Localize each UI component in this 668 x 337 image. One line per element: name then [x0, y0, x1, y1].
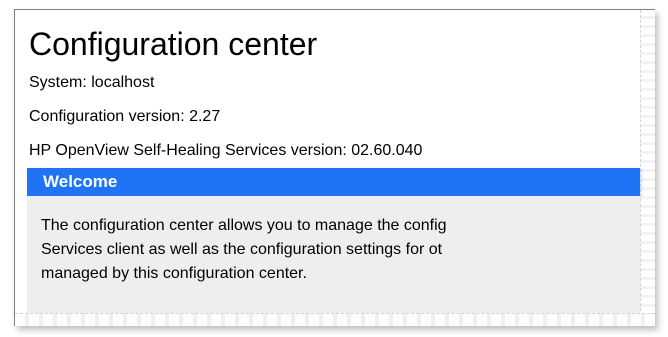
welcome-description: The configuration center allows you to m… [41, 214, 655, 286]
welcome-text-line: Services client as well as the configura… [41, 241, 443, 258]
welcome-text-line: The configuration center allows you to m… [41, 217, 447, 234]
welcome-section-title: Welcome [43, 172, 118, 191]
welcome-section-header: Welcome [27, 168, 643, 196]
service-version-info: HP OpenView Self-Healing Services versio… [29, 142, 423, 159]
torn-edge-bottom [15, 313, 655, 326]
screenshot-frame: Configuration center System: localhost C… [14, 9, 655, 326]
page-title: Configuration center [29, 26, 318, 62]
configuration-version-info: Configuration version: 2.27 [29, 108, 221, 125]
welcome-section-body: The configuration center allows you to m… [27, 196, 643, 326]
system-info: System: localhost [29, 74, 155, 91]
welcome-text-line: managed by this configuration center. [41, 265, 307, 282]
torn-edge-right [640, 10, 655, 326]
